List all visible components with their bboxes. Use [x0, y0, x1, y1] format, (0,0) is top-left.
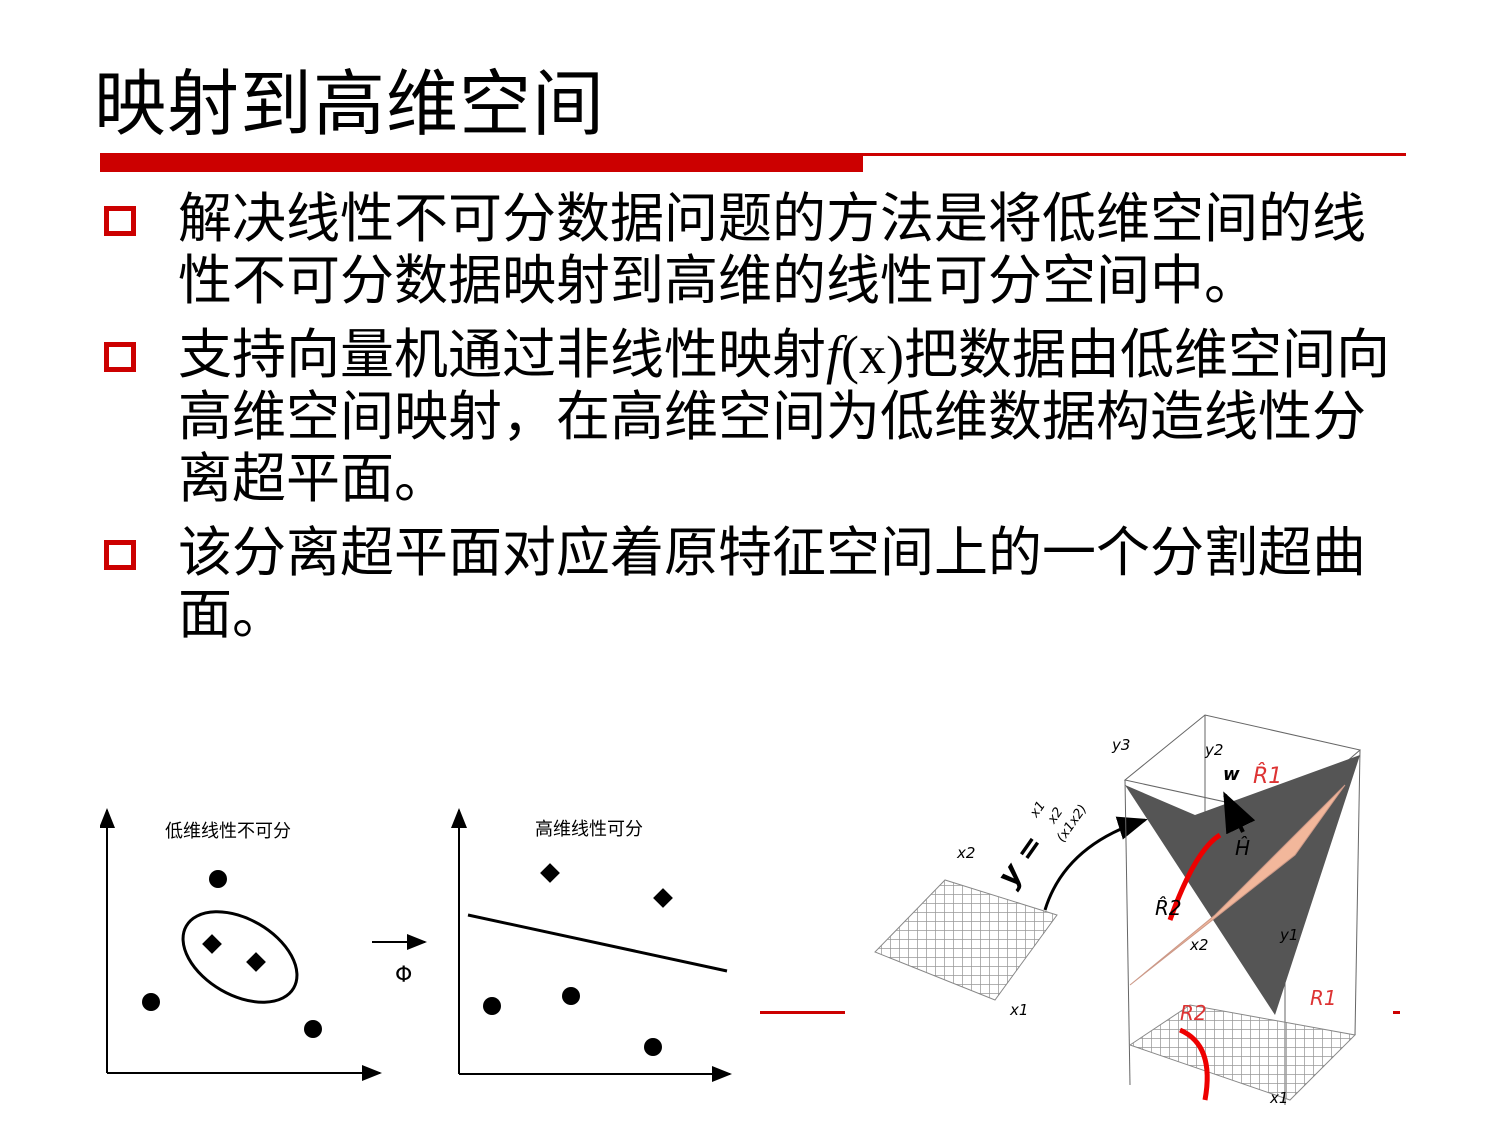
svg-text:x1: x1 [1009, 1001, 1028, 1019]
svg-text:x2: x2 [956, 844, 975, 862]
bullet-item: 支持向量机通过非线性映射f(x)把数据由低维空间向高维空间映射，在高维空间为低维… [100, 324, 1400, 510]
bullet-item: 该分离超平面对应着原特征空间上的一个分割超曲面。 [100, 522, 1400, 646]
label-high-dim: 高维线性可分 [535, 819, 643, 840]
svg-text:y =: y = [991, 828, 1051, 893]
diamond-point [202, 934, 222, 954]
base-grid [1128, 1004, 1357, 1101]
svg-text:w: w [1223, 764, 1240, 785]
svg-text:R̂1: R̂1 [1253, 763, 1282, 789]
label-low-dim: 低维线性不可分 [165, 821, 291, 842]
title-underline-thick [100, 155, 863, 172]
bullet-item: 解决线性不可分数据问题的方法是将低维空间的线性不可分数据映射到高维的线性可分空间… [100, 188, 1400, 312]
boundary-ellipse [181, 910, 299, 1004]
bullet-list: 解决线性不可分数据问题的方法是将低维空间的线性不可分数据映射到高维的线性可分空间… [100, 188, 1400, 658]
phi-symbol: Φ [395, 963, 412, 988]
bullet-square-icon [104, 206, 136, 236]
circle-point [209, 870, 227, 888]
svg-text:R2: R2 [1180, 1001, 1207, 1025]
bullet-text: 支持向量机通过非线性映射 [178, 323, 826, 386]
svg-text:(x1x2): (x1x2) [1054, 802, 1090, 845]
circle-point [644, 1038, 662, 1056]
surface [1125, 755, 1360, 1015]
svg-text:R̂2: R̂2 [1155, 896, 1182, 920]
svg-text:Ĥ: Ĥ [1235, 836, 1250, 860]
function-symbol: f [826, 325, 842, 385]
svg-text:R1: R1 [1310, 986, 1337, 1010]
circle-point [142, 993, 160, 1011]
separating-line [467, 913, 728, 973]
bullet-square-icon [104, 540, 136, 570]
circle-point [562, 987, 580, 1005]
diamond-point [653, 888, 673, 908]
input-grid [874, 879, 1058, 1001]
svg-text:y2: y2 [1204, 741, 1223, 759]
bullet-square-icon [104, 342, 136, 372]
bullet-text: 该分离超平面对应着原特征空间上的一个分割超曲面。 [178, 521, 1366, 646]
svg-text:y3: y3 [1111, 736, 1130, 754]
diamond-point [540, 863, 560, 883]
diamond-point [246, 952, 266, 972]
circle-point [304, 1020, 322, 1038]
svg-text:x2: x2 [1189, 936, 1208, 954]
svg-text:y1: y1 [1279, 926, 1298, 944]
low-dim-plot: 低维线性不可分 [100, 808, 382, 1081]
circle-point [483, 997, 501, 1015]
svg-text:x1: x1 [1269, 1089, 1288, 1107]
mapping-diagram-3d: x2 x1 y = x1 x2 (x1x2) y3 y2 y1 w R̂1 R̂… [845, 705, 1393, 1110]
high-dim-plot: 高维线性可分 [451, 808, 732, 1082]
function-arg: (x) [841, 325, 904, 385]
mapping-diagram-left: 低维线性不可分 Φ 高维线性可分 [100, 808, 732, 1082]
bullet-text: 解决线性不可分数据问题的方法是将低维空间的线性不可分数据映射到高维的线性可分空间… [178, 187, 1366, 312]
slide-title: 映射到高维空间 [94, 62, 606, 146]
